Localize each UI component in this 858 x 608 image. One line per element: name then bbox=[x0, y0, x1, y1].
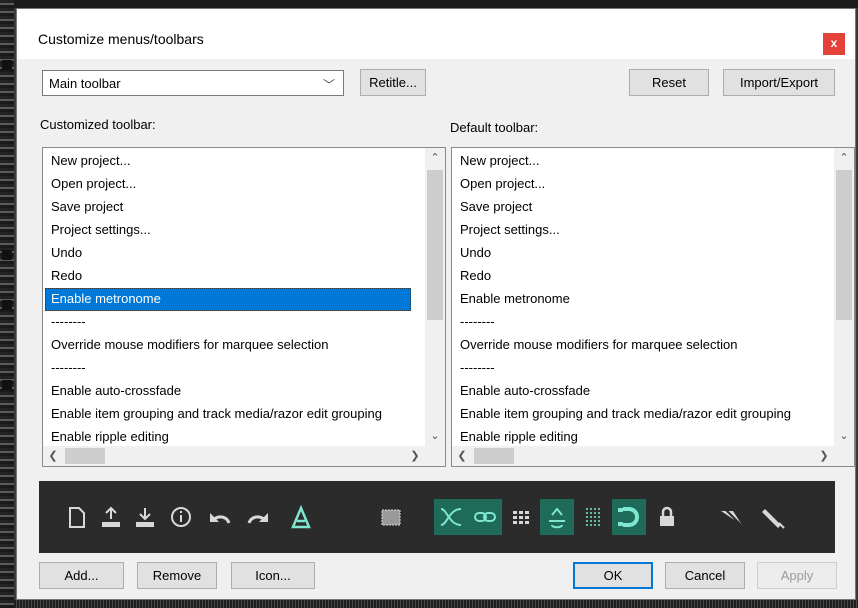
snap-icon[interactable] bbox=[540, 499, 574, 535]
list-item[interactable]: Project settings... bbox=[45, 219, 411, 242]
scroll-thumb[interactable] bbox=[836, 170, 852, 320]
ok-button[interactable]: OK bbox=[573, 562, 653, 589]
scroll-left-icon[interactable]: ❮ bbox=[43, 446, 63, 466]
scroll-up-icon[interactable]: ⌃ bbox=[834, 148, 854, 168]
default-toolbar-label: Default toolbar: bbox=[450, 120, 539, 135]
list-item[interactable]: New project... bbox=[454, 150, 820, 173]
scroll-down-icon[interactable]: ⌄ bbox=[834, 426, 854, 446]
list-item[interactable]: Enable auto-crossfade bbox=[45, 380, 411, 403]
retitle-button[interactable]: Retitle... bbox=[360, 69, 426, 96]
toolbar-select-value: Main toolbar bbox=[49, 76, 121, 91]
vertical-scrollbar[interactable]: ⌃ ⌄ bbox=[834, 148, 854, 446]
background-app-track-strip bbox=[0, 0, 14, 608]
apply-button[interactable]: Apply bbox=[757, 562, 837, 589]
list-item[interactable]: Redo bbox=[454, 265, 820, 288]
default-toolbar-list[interactable]: New project... Open project... Save projec… bbox=[451, 147, 855, 467]
customized-toolbar-label: Customized toolbar: bbox=[40, 117, 156, 132]
list-item[interactable]: Save project bbox=[45, 196, 411, 219]
add-button[interactable]: Add... bbox=[39, 562, 124, 589]
scroll-thumb-horizontal[interactable] bbox=[65, 448, 105, 464]
list-item[interactable]: Project settings... bbox=[454, 219, 820, 242]
chevron-down-icon: ﹀ bbox=[322, 78, 335, 92]
scroll-up-icon[interactable]: ⌃ bbox=[425, 148, 445, 168]
remove-button[interactable]: Remove bbox=[137, 562, 217, 589]
list-item[interactable]: Save project bbox=[454, 196, 820, 219]
list-item[interactable]: Override mouse modifiers for marquee sel… bbox=[45, 334, 411, 357]
auto-crossfade-icon[interactable] bbox=[434, 499, 468, 535]
new-project-icon[interactable] bbox=[60, 481, 94, 553]
list-item[interactable]: Open project... bbox=[454, 173, 820, 196]
list-item[interactable]: -------- bbox=[454, 311, 820, 334]
close-button[interactable]: x bbox=[823, 33, 845, 55]
import-export-button[interactable]: Import/Export bbox=[723, 69, 835, 96]
close-icon: x bbox=[830, 36, 838, 50]
list-item[interactable]: Undo bbox=[45, 242, 411, 265]
scroll-corner bbox=[834, 446, 854, 466]
customized-toolbar-list[interactable]: New project... Open project... Save projec… bbox=[42, 147, 446, 467]
pencil-icon[interactable] bbox=[756, 481, 790, 553]
item-grouping-icon[interactable] bbox=[468, 499, 502, 535]
scroll-thumb-horizontal[interactable] bbox=[474, 448, 514, 464]
toolbar-select[interactable]: Main toolbar ﹀ bbox=[42, 70, 344, 96]
list-item[interactable]: Open project... bbox=[45, 173, 411, 196]
cancel-button[interactable]: Cancel bbox=[665, 562, 745, 589]
scroll-right-icon[interactable]: ❯ bbox=[814, 446, 834, 466]
scroll-thumb[interactable] bbox=[427, 170, 443, 320]
project-settings-icon[interactable] bbox=[164, 481, 198, 553]
customized-items: New project... Open project... Save projec… bbox=[45, 150, 411, 449]
dialog-title: Customize menus/toolbars bbox=[38, 31, 204, 47]
scroll-left-icon[interactable]: ❮ bbox=[452, 446, 472, 466]
list-item[interactable]: Redo bbox=[45, 265, 411, 288]
scroll-corner bbox=[425, 446, 445, 466]
ripple-editing-icon[interactable] bbox=[504, 481, 538, 553]
list-item[interactable]: Override mouse modifiers for marquee sel… bbox=[454, 334, 820, 357]
title-bar: Customize menus/toolbars x bbox=[17, 9, 855, 59]
save-project-icon[interactable] bbox=[128, 481, 162, 553]
list-item[interactable]: Enable item grouping and track media/raz… bbox=[45, 403, 411, 426]
scroll-right-icon[interactable]: ❯ bbox=[405, 446, 425, 466]
background-app-top bbox=[14, 0, 858, 8]
undo-icon[interactable] bbox=[202, 481, 236, 553]
list-item[interactable]: Enable metronome bbox=[454, 288, 820, 311]
toolbar-preview bbox=[39, 481, 835, 553]
scroll-down-icon[interactable]: ⌄ bbox=[425, 426, 445, 446]
customize-toolbars-dialog: Customize menus/toolbars x Main toolbar … bbox=[16, 8, 856, 600]
vertical-scrollbar[interactable]: ⌃ ⌄ bbox=[425, 148, 445, 446]
reset-button[interactable]: Reset bbox=[629, 69, 709, 96]
list-item[interactable]: -------- bbox=[45, 311, 411, 334]
marquee-selection-icon[interactable] bbox=[374, 481, 408, 553]
list-item[interactable]: New project... bbox=[45, 150, 411, 173]
redo-icon[interactable] bbox=[242, 481, 276, 553]
background-app-ruler bbox=[14, 600, 858, 608]
locking-icon[interactable] bbox=[612, 499, 646, 535]
list-item[interactable]: Enable auto-crossfade bbox=[454, 380, 820, 403]
grid-icon[interactable] bbox=[576, 481, 610, 553]
list-item[interactable]: Enable metronome bbox=[45, 288, 411, 311]
metronome-icon[interactable] bbox=[284, 481, 318, 553]
open-project-icon[interactable] bbox=[94, 481, 128, 553]
list-item[interactable]: -------- bbox=[454, 357, 820, 380]
horizontal-scrollbar[interactable]: ❮ ❯ bbox=[43, 446, 425, 466]
list-item[interactable]: Undo bbox=[454, 242, 820, 265]
icon-button[interactable]: Icon... bbox=[231, 562, 315, 589]
default-items: New project... Open project... Save projec… bbox=[454, 150, 820, 449]
lock-icon[interactable] bbox=[650, 481, 684, 553]
list-item[interactable]: -------- bbox=[45, 357, 411, 380]
horizontal-scrollbar[interactable]: ❮ ❯ bbox=[452, 446, 834, 466]
list-item[interactable]: Enable item grouping and track media/raz… bbox=[454, 403, 820, 426]
envelope-points-icon[interactable] bbox=[714, 481, 748, 553]
